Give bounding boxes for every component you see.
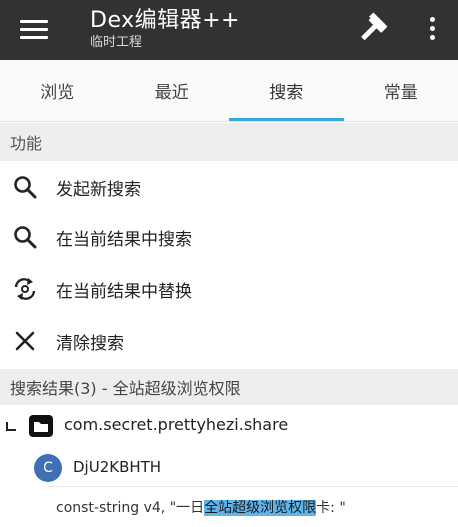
replace-icon: [14, 278, 36, 300]
clear-search-item[interactable]: 清除搜索: [0, 315, 458, 367]
new-search-label: 发起新搜索: [56, 179, 141, 200]
tab-search[interactable]: 搜索: [229, 60, 344, 121]
menu-icon[interactable]: [16, 11, 52, 47]
result-suffix: 卡: ": [316, 500, 346, 516]
close-icon: [15, 331, 35, 351]
search-icon: [14, 176, 37, 199]
result-line-text: const-string v4, "一日全站超级浏览权限卡: ": [56, 497, 346, 517]
tab-bar: 浏览 最近 搜索 常量: [0, 60, 458, 122]
package-name[interactable]: com.secret.prettyhezi.share: [64, 415, 288, 434]
result-line-row[interactable]: const-string v4, "一日全站超级浏览权限卡: ": [48, 486, 458, 527]
search-in-results-item[interactable]: 在当前结果中搜索: [0, 211, 458, 263]
folder-icon[interactable]: [28, 414, 54, 438]
results-header: 搜索结果(3) - 全站超级浏览权限: [0, 369, 458, 405]
tab-recent[interactable]: 最近: [115, 60, 230, 121]
project-subtitle: 临时工程: [90, 35, 143, 50]
replace-in-results-item[interactable]: 在当前结果中替换: [0, 263, 458, 315]
result-prefix: const-string v4, "一日: [56, 500, 205, 516]
more-options-icon[interactable]: [420, 10, 444, 46]
functions-header: 功能: [0, 123, 458, 161]
tab-browse[interactable]: 浏览: [0, 60, 115, 121]
replace-in-results-label: 在当前结果中替换: [56, 281, 192, 302]
hammer-icon[interactable]: [352, 8, 392, 48]
app-bar: Dex编辑器++ 临时工程: [0, 0, 458, 60]
tree-connector: [6, 422, 16, 431]
class-badge: C: [34, 454, 62, 482]
clear-search-label: 清除搜索: [56, 333, 124, 354]
class-name[interactable]: DjU2KBHTH: [73, 458, 161, 476]
app-title: Dex编辑器++: [90, 8, 240, 33]
search-in-results-label: 在当前结果中搜索: [56, 229, 192, 250]
search-icon: [14, 226, 37, 249]
tab-constants[interactable]: 常量: [344, 60, 458, 121]
result-highlight: 全站超级浏览权限: [204, 500, 317, 516]
new-search-item[interactable]: 发起新搜索: [0, 161, 458, 213]
